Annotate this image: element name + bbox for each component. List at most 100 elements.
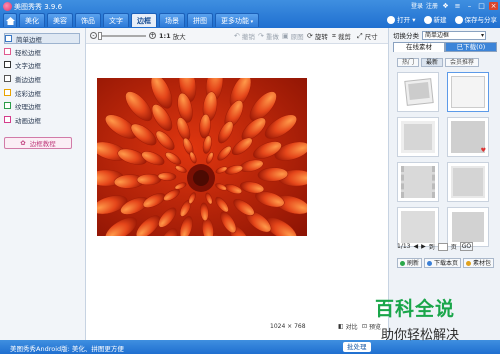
frame-category-panel: 简单边框 轻松边框 文字边框 撕边边框 炫彩边框 纹理边框 动画边框 ✿ 边框教… <box>0 28 86 340</box>
file-actions: 打开 ▾ 新建 保存与分享 <box>387 14 497 24</box>
frame-tutorial-button[interactable]: ✿ 边框教程 <box>4 137 72 149</box>
folder-icon <box>387 16 396 24</box>
login-link[interactable]: 登录 <box>411 1 423 10</box>
left-item-simple-frame[interactable]: 简单边框 <box>4 33 80 44</box>
skin-icon[interactable]: ❖ <box>441 2 450 10</box>
app-logo-icon <box>3 2 12 11</box>
android-promo-link[interactable]: 美图秀秀Android版: 美化、拼图更方便 <box>10 343 124 353</box>
window-title: 美图秀秀 3.9.6 <box>14 3 63 11</box>
frame-icon <box>4 75 11 82</box>
compare-button[interactable]: ◧ 对比 <box>338 322 358 331</box>
close-icon[interactable]: × <box>489 1 498 10</box>
download-page-button[interactable]: 下载本页 <box>424 258 462 268</box>
go-page-button[interactable]: GO <box>459 242 474 251</box>
new-button[interactable]: 新建 <box>423 14 447 24</box>
category-switcher: 切换分类 简单边框 <box>393 30 486 40</box>
frame-thumbnail[interactable] <box>397 207 439 247</box>
zoom-slider-knob[interactable] <box>98 32 102 40</box>
material-pack-button[interactable]: 素材包 <box>463 258 495 268</box>
photo-canvas[interactable] <box>97 78 307 236</box>
tab-collage[interactable]: 拼图 <box>187 13 213 27</box>
save-icon <box>454 16 463 24</box>
ribbon-icon: ✿ <box>20 139 26 147</box>
tab-online-material[interactable]: 在线素材 <box>393 42 445 52</box>
material-subtabs: 热门 最新 会员推荐 <box>397 58 480 67</box>
redo-button[interactable]: ↷ 重做 <box>258 31 279 41</box>
refresh-button[interactable]: 刷新 <box>397 258 423 268</box>
thumbnail-pager: 1/13 ◀ ▶ 到 页 GO <box>397 242 474 251</box>
tab-scenes[interactable]: 场景 <box>159 13 185 27</box>
page-number-input[interactable] <box>437 242 448 251</box>
undo-button[interactable]: ↶ 撤销 <box>234 31 255 41</box>
frame-thumbnail[interactable] <box>447 162 489 202</box>
main-tabs: 美化 美容 饰品 文字 边框 场景 拼图 更多功能 <box>3 13 260 28</box>
image-icon: ▣ <box>282 32 289 40</box>
image-toolbar: - + 1:1 放大 ↶ 撤销 ↷ 重做 ▣ 原图 ⟳ 旋转 ⌗ 裁剪 ⤢ 尺寸 <box>86 28 388 44</box>
left-item-text-frame[interactable]: 文字边框 <box>4 59 80 70</box>
register-link[interactable]: 注册 <box>426 1 438 10</box>
tab-beauty[interactable]: 美容 <box>47 13 73 27</box>
tab-more[interactable]: 更多功能 <box>215 13 260 27</box>
left-item-animated-frame[interactable]: 动画边框 <box>4 114 80 125</box>
frame-thumbnail[interactable] <box>447 207 489 247</box>
resize-button[interactable]: ⤢ 尺寸 <box>357 31 378 42</box>
tab-downloaded[interactable]: 已下载(0) <box>445 42 497 52</box>
left-item-easy-frame[interactable]: 轻松边框 <box>4 46 80 57</box>
tab-beautify[interactable]: 美化 <box>19 13 45 27</box>
polaroid-frame-thumbnail <box>404 78 434 106</box>
material-tabs: 在线素材 已下载(0) <box>393 42 497 52</box>
frame-thumbnail[interactable]: ♥ <box>447 117 489 157</box>
frame-icon <box>4 48 11 55</box>
preview-icon: ⊡ <box>362 323 368 330</box>
tab-accessories[interactable]: 饰品 <box>75 13 101 27</box>
tab-frames[interactable]: 边框 <box>131 13 157 27</box>
minimize-icon[interactable]: – <box>465 2 474 10</box>
batch-process-button[interactable]: 批处理 <box>343 342 371 352</box>
watermark-title: 百科全说 <box>375 298 456 320</box>
tab-home[interactable] <box>3 13 17 27</box>
left-item-torn-frame[interactable]: 撕边边框 <box>4 73 80 84</box>
save-share-button[interactable]: 保存与分享 <box>454 14 497 24</box>
title-bar: 美图秀秀 3.9.6 登录 注册 ❖ ≡ – □ × 美化 美容 饰品 文字 边… <box>0 0 500 28</box>
zoom-out-icon[interactable]: - <box>90 32 97 39</box>
frame-icon <box>4 102 11 109</box>
window-controls: 登录 注册 ❖ ≡ – □ × <box>411 1 498 10</box>
compare-icon: ◧ <box>338 323 344 330</box>
canvas-status-bar: 1024 × 768 ◧ 对比 ⊡ 预览 <box>86 320 388 332</box>
left-item-texture-frame[interactable]: 纹理边框 <box>4 100 80 111</box>
frame-thumbnail-grid: ♥ <box>397 72 493 247</box>
next-page-icon[interactable]: ▶ <box>421 243 426 250</box>
chrysanthemum-image <box>97 78 307 236</box>
watermark: 百科全说 助你轻松解决 <box>375 294 497 344</box>
subtab-vip[interactable]: 会员推荐 <box>445 58 480 67</box>
zoom-actual-button[interactable]: 1:1 放大 <box>159 31 186 41</box>
plus-icon <box>423 16 432 24</box>
zoom-in-icon[interactable]: + <box>149 32 156 39</box>
rotate-icon: ⟳ <box>307 32 313 40</box>
image-size-readout: 1024 × 768 <box>270 323 306 330</box>
left-item-colorful-frame[interactable]: 炫彩边框 <box>4 87 80 98</box>
subtab-latest[interactable]: 最新 <box>421 58 444 67</box>
open-button[interactable]: 打开 ▾ <box>387 14 416 24</box>
subtab-hot[interactable]: 热门 <box>397 58 420 67</box>
prev-page-icon[interactable]: ◀ <box>413 243 418 250</box>
menu-icon[interactable]: ≡ <box>453 2 462 10</box>
page-indicator: 1/13 <box>397 243 411 250</box>
resize-icon: ⤢ <box>357 31 363 40</box>
frame-thumbnail[interactable] <box>397 162 439 202</box>
original-button[interactable]: ▣ 原图 <box>282 31 304 41</box>
undo-icon: ↶ <box>234 32 240 40</box>
frame-icon <box>4 61 11 68</box>
zoom-slider-track[interactable] <box>100 35 146 37</box>
tab-text[interactable]: 文字 <box>103 13 129 27</box>
crop-button[interactable]: ⌗ 裁剪 <box>332 31 351 42</box>
frame-icon <box>5 35 12 42</box>
frame-thumbnail[interactable] <box>397 117 439 157</box>
package-icon <box>466 260 472 266</box>
rotate-button[interactable]: ⟳ 旋转 <box>307 31 328 41</box>
maximize-icon[interactable]: □ <box>477 2 486 10</box>
redo-icon: ↷ <box>258 32 264 40</box>
category-select[interactable]: 简单边框 <box>422 30 486 40</box>
frame-thumbnail[interactable] <box>397 72 439 112</box>
frame-thumbnail[interactable] <box>447 72 489 112</box>
